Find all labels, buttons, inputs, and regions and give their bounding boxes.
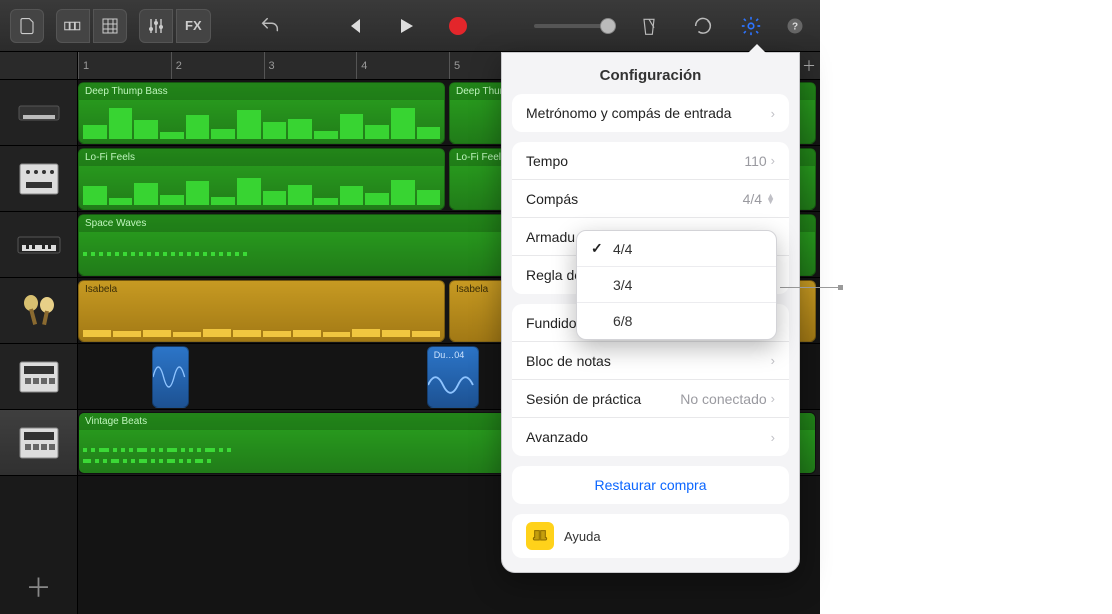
mixer-button[interactable] (139, 9, 173, 43)
row-label: Avanzado (526, 429, 588, 445)
chevron-right-icon: › (771, 391, 775, 406)
audio-region[interactable] (152, 346, 189, 408)
chevron-right-icon: › (771, 430, 775, 445)
compas-value: 4/4 (743, 191, 762, 207)
help-icon[interactable]: ? (780, 11, 810, 41)
chevron-right-icon: › (771, 106, 775, 121)
track-header[interactable] (0, 212, 77, 278)
undo-button[interactable] (255, 11, 285, 41)
volume-slider[interactable] (534, 24, 608, 28)
book-icon (526, 522, 554, 550)
tempo-row[interactable]: Tempo 110 › (512, 142, 789, 180)
restore-purchase-button[interactable]: Restaurar compra (512, 466, 789, 504)
track-header[interactable] (0, 410, 77, 476)
ruler-mark: 2 (171, 52, 182, 79)
sampler-icon (12, 420, 66, 466)
settings-group: Restaurar compra (512, 466, 789, 504)
add-track-button[interactable]: ＋ (0, 558, 77, 614)
settings-group: Ayuda (512, 514, 789, 558)
dropdown-option[interactable]: 4/4 (577, 231, 776, 267)
settings-icon[interactable] (736, 11, 766, 41)
chevron-right-icon: › (771, 353, 775, 368)
record-button[interactable] (443, 11, 473, 41)
session-value: No conectado (680, 391, 766, 407)
top-toolbar: FX ? (0, 0, 820, 52)
loop-icon[interactable] (688, 11, 718, 41)
add-section-icon[interactable]: ＋ (802, 56, 816, 76)
region-label: Isabela (79, 281, 444, 298)
track-header[interactable] (0, 80, 77, 146)
drum-machine-icon (12, 156, 66, 202)
synth-bass-icon (12, 90, 66, 136)
audio-region[interactable]: Du…04 (427, 346, 479, 408)
row-label: Tempo (526, 153, 568, 169)
region-label: Du…04 (428, 347, 478, 363)
midi-notes (83, 303, 440, 337)
row-label: Metrónomo y compás de entrada (526, 105, 731, 121)
row-label: Armadu (526, 229, 575, 245)
row-label: Restaurar compra (594, 477, 706, 493)
fx-button[interactable]: FX (176, 9, 211, 43)
compas-dropdown: 4/4 3/4 6/8 (576, 230, 777, 340)
track-header[interactable] (0, 344, 77, 410)
midi-region[interactable]: Deep Thump Bass (78, 82, 445, 144)
midi-notes (83, 105, 440, 139)
row-label: Sesión de práctica (526, 391, 641, 407)
maracas-icon (12, 288, 66, 334)
ruler-mark: 4 (356, 52, 367, 79)
advanced-row[interactable]: Avanzado › (512, 418, 789, 456)
help-row[interactable]: Ayuda (512, 514, 789, 558)
keyboard-icon (12, 222, 66, 268)
browser-button[interactable] (56, 9, 90, 43)
region-label: Deep Thump Bass (79, 83, 444, 100)
row-label: Regla de (526, 267, 582, 283)
midi-notes (83, 171, 440, 205)
midi-region[interactable]: Lo-Fi Feels (78, 148, 445, 210)
ruler-mark: 5 (449, 52, 460, 79)
chevron-right-icon: › (771, 153, 775, 168)
go-to-start-button[interactable] (339, 11, 369, 41)
track-header[interactable] (0, 278, 77, 344)
ruler-mark: 1 (78, 52, 89, 79)
row-label: Compás (526, 191, 578, 207)
grid-button[interactable] (93, 9, 127, 43)
track-headers-column: ＋ (0, 52, 78, 614)
row-label: Bloc de notas (526, 353, 611, 369)
midi-region[interactable]: Isabela (78, 280, 445, 342)
dropdown-option[interactable]: 3/4 (577, 267, 776, 303)
track-header[interactable] (0, 146, 77, 212)
ruler-mark: 3 (264, 52, 275, 79)
popover-title: Configuración (512, 67, 789, 84)
tempo-value: 110 (744, 153, 766, 169)
compas-row[interactable]: Compás 4/4 ▲▼ (512, 180, 789, 218)
notepad-row[interactable]: Bloc de notas › (512, 342, 789, 380)
sampler-icon (12, 354, 66, 400)
region-label: Lo-Fi Feels (79, 149, 444, 166)
row-label: Ayuda (564, 529, 601, 544)
svg-text:?: ? (792, 21, 798, 32)
jam-session-row[interactable]: Sesión de práctica No conectado › (512, 380, 789, 418)
settings-group: Metrónomo y compás de entrada › (512, 94, 789, 132)
metronome-icon[interactable] (634, 11, 664, 41)
play-button[interactable] (391, 11, 421, 41)
my-songs-button[interactable] (10, 9, 44, 43)
metronome-row[interactable]: Metrónomo y compás de entrada › (512, 94, 789, 132)
dropdown-option[interactable]: 6/8 (577, 303, 776, 339)
callout-pointer (780, 287, 840, 288)
stepper-icon: ▲▼ (766, 194, 775, 204)
